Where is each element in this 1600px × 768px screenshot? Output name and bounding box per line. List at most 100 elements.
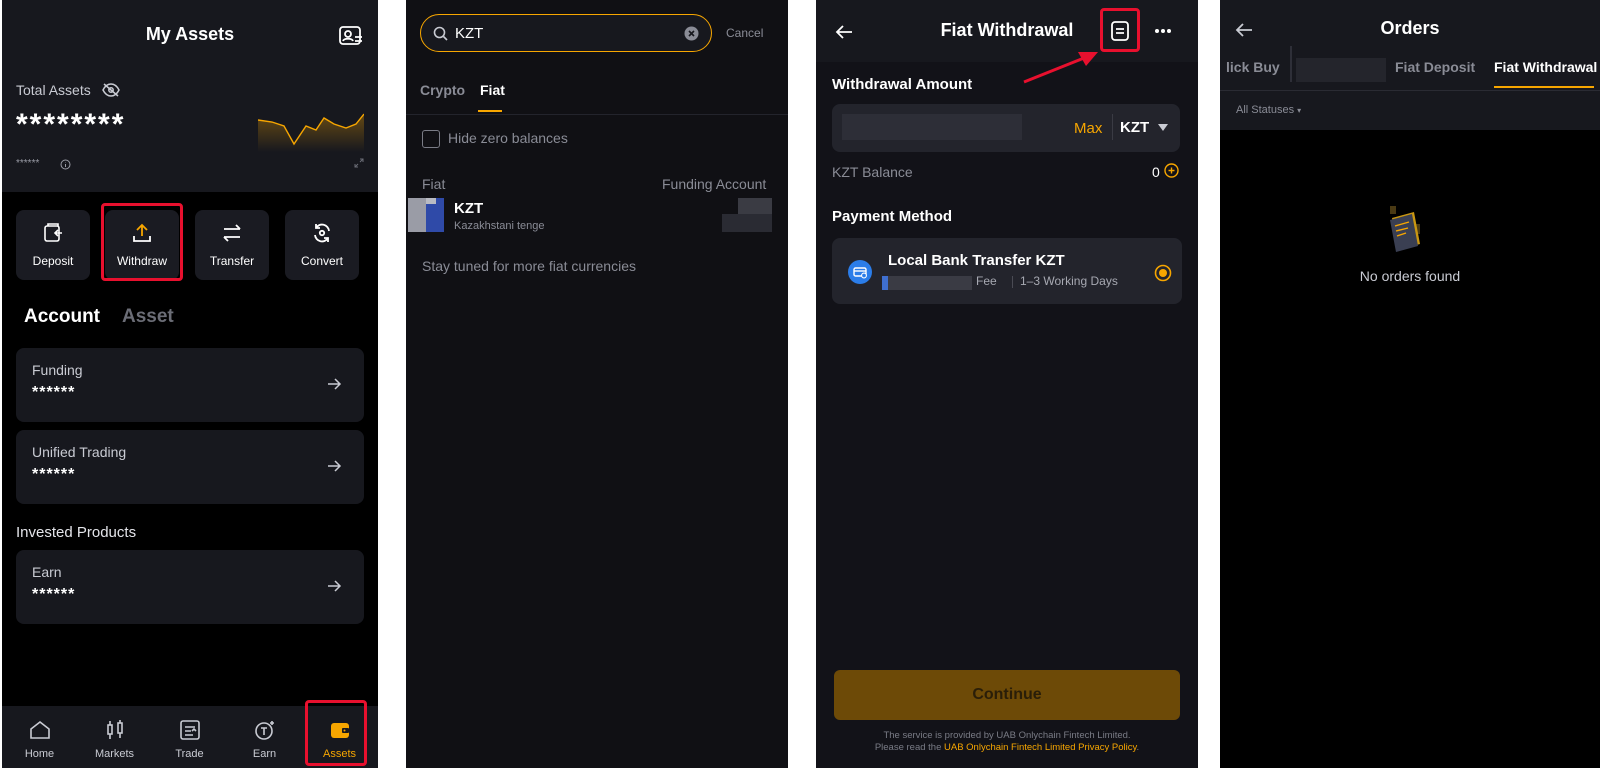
currency-code[interactable]: KZT xyxy=(454,200,483,217)
tab-asset[interactable]: Asset xyxy=(122,306,174,328)
currency-flag-icon xyxy=(408,198,444,232)
page-title: Fiat Withdrawal xyxy=(940,20,1074,40)
payment-method-label: Payment Method xyxy=(832,208,953,225)
column-funding-account: Funding Account xyxy=(662,176,767,192)
empty-state-text: No orders found xyxy=(1359,268,1461,284)
footer-prefix: Please read the xyxy=(874,742,944,753)
unified-trading-account-card[interactable]: Unified Trading ****** xyxy=(16,430,364,504)
footer-suffix: . xyxy=(1136,742,1140,753)
radio-selected-icon[interactable] xyxy=(1154,264,1172,282)
withdraw-highlight xyxy=(101,203,183,281)
earn-icon xyxy=(255,721,274,740)
total-assets-label: Total Assets xyxy=(16,82,91,98)
column-fiat: Fiat xyxy=(422,176,446,192)
tab-quick-buy[interactable]: lick Buy xyxy=(1226,59,1280,75)
payment-method-option[interactable] xyxy=(832,238,1182,304)
tab-account[interactable]: Account xyxy=(24,306,100,328)
nav-home[interactable]: Home xyxy=(2,706,77,768)
tab-fiat[interactable]: Fiat xyxy=(480,82,505,98)
fiat-note: Stay tuned for more fiat currencies xyxy=(422,258,636,274)
orders-screen: Orders lick Buy Fiat Deposit Fiat Withdr… xyxy=(1220,0,1600,768)
assets-highlight xyxy=(305,700,367,766)
arrow-right-icon xyxy=(328,460,342,472)
candlestick-icon xyxy=(107,720,123,739)
nav-label: Trade xyxy=(175,748,204,760)
payment-method-name: Local Bank Transfer KZT xyxy=(888,252,1065,269)
eye-off-icon[interactable] xyxy=(102,83,120,97)
nav-label: Earn xyxy=(252,748,277,760)
invested-products-heading: Invested Products xyxy=(16,524,137,541)
footer-privacy: Please read the UAB Onlychain Fintech Li… xyxy=(816,742,1198,753)
orders-icon-highlight xyxy=(1100,8,1140,52)
nav-label: Markets xyxy=(94,748,135,760)
hide-zero-checkbox[interactable] xyxy=(422,130,440,148)
clear-icon[interactable] xyxy=(684,26,699,41)
fee-label: Fee xyxy=(976,274,997,288)
deposit-label: Deposit xyxy=(32,254,74,268)
nav-earn[interactable]: Earn xyxy=(227,706,302,768)
currency-selector[interactable]: KZT xyxy=(1120,119,1149,136)
divider xyxy=(1290,46,1292,82)
transfer-icon xyxy=(223,224,241,242)
divider xyxy=(406,114,788,115)
account-value: ****** xyxy=(32,586,76,603)
hide-zero-label: Hide zero balances xyxy=(448,130,568,146)
trade-icon xyxy=(180,720,200,740)
deposit-icon xyxy=(44,223,62,242)
profile-card-icon[interactable] xyxy=(338,24,364,48)
add-circle-icon[interactable] xyxy=(1164,163,1179,178)
funding-account-card[interactable]: Funding ****** xyxy=(16,348,364,422)
arrow-right-icon xyxy=(328,378,342,390)
tab-fiat-deposit[interactable]: Fiat Deposit xyxy=(1395,59,1475,75)
account-name: Unified Trading xyxy=(32,444,127,460)
max-button[interactable]: Max xyxy=(1074,120,1102,137)
assets-sparkline xyxy=(258,113,364,152)
search-input[interactable] xyxy=(455,23,675,43)
account-value: ****** xyxy=(32,384,76,401)
funding-balance-redacted xyxy=(722,214,772,232)
nav-markets[interactable]: Markets xyxy=(77,706,152,768)
balance-value: 0 xyxy=(1152,164,1160,180)
account-name: Funding xyxy=(32,362,83,378)
search-field[interactable] xyxy=(420,14,712,52)
total-assets-sub-value: ****** xyxy=(16,158,40,169)
tab-fiat-withdrawal[interactable]: Fiat Withdrawal xyxy=(1494,59,1597,75)
total-assets-value: ******** xyxy=(16,108,126,141)
active-tab-indicator xyxy=(478,110,502,112)
caret-down-icon: ▾ xyxy=(1297,106,1302,115)
divider xyxy=(1220,90,1600,91)
account-name: Earn xyxy=(32,564,62,580)
footer-disclaimer: The service is provided by UAB Onlychain… xyxy=(883,730,1131,741)
pointer-arrow-icon xyxy=(1023,52,1098,84)
fiat-search-screen: Cancel Crypto Fiat Hide zero balances Fi… xyxy=(406,0,788,768)
earn-account-card[interactable]: Earn ****** xyxy=(16,550,364,624)
cancel-button[interactable]: Cancel xyxy=(726,26,763,40)
account-value: ****** xyxy=(32,466,76,483)
balance-label: KZT Balance xyxy=(832,164,913,180)
active-tab-indicator xyxy=(1494,86,1594,88)
page-title: Orders xyxy=(1380,18,1440,38)
my-assets-screen: My Assets Total Assets ******** ****** D… xyxy=(2,0,378,768)
info-icon[interactable] xyxy=(60,159,71,170)
status-filter-label: All Statuses xyxy=(1236,104,1295,116)
more-icon[interactable] xyxy=(1154,28,1172,34)
page-title: My Assets xyxy=(145,24,235,44)
nav-trade[interactable]: Trade xyxy=(152,706,227,768)
convert-icon xyxy=(314,223,330,243)
deposit-button[interactable]: Deposit xyxy=(16,210,90,280)
home-icon xyxy=(30,720,50,739)
privacy-policy-link[interactable]: UAB Onlychain Fintech Limited Privacy Po… xyxy=(944,742,1137,753)
withdrawal-amount-label: Withdrawal Amount xyxy=(832,76,973,93)
status-filter[interactable]: All Statuses ▾ xyxy=(1236,104,1301,116)
convert-button[interactable]: Convert xyxy=(285,210,359,280)
caret-down-icon[interactable] xyxy=(1158,124,1168,131)
nav-label: Home xyxy=(24,748,55,760)
currency-name: Kazakhstani tenge xyxy=(454,220,545,232)
transfer-button[interactable]: Transfer xyxy=(195,210,269,280)
processing-time: 1–3 Working Days xyxy=(1020,274,1118,288)
tab-crypto[interactable]: Crypto xyxy=(420,82,465,98)
expand-icon[interactable] xyxy=(354,158,364,168)
amount-input[interactable] xyxy=(842,114,1022,140)
fee-redacted xyxy=(882,276,972,290)
continue-button[interactable]: Continue xyxy=(834,670,1180,720)
